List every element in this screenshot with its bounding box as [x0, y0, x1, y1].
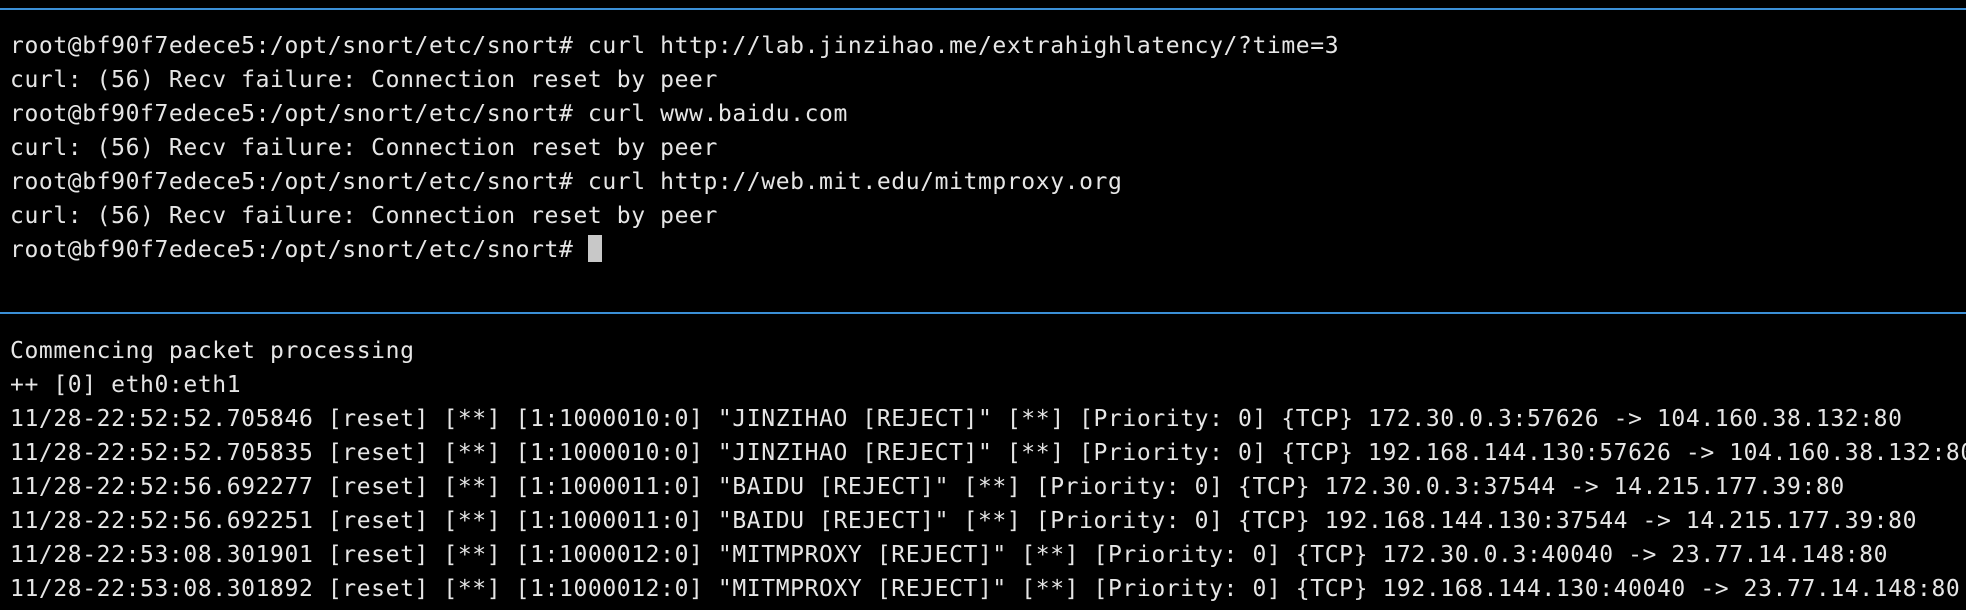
shell-prompt: root@bf90f7edece5:/opt/snort/etc/snort# [10, 237, 588, 263]
alert-line: 11/28-22:53:08.301901 [reset] [**] [1:10… [10, 542, 1889, 568]
terminal-line: ++ [0] eth0:eth1 [10, 372, 242, 398]
terminal-line: root@bf90f7edece5:/opt/snort/etc/snort# … [10, 33, 1340, 59]
terminal-line: curl: (56) Recv failure: Connection rese… [10, 67, 718, 93]
terminal-line: curl: (56) Recv failure: Connection rese… [10, 135, 718, 161]
bottom-terminal-pane[interactable]: Commencing packet processing ++ [0] eth0… [0, 313, 1966, 610]
terminal-line: root@bf90f7edece5:/opt/snort/etc/snort# … [10, 169, 1123, 195]
top-terminal-pane[interactable]: root@bf90f7edece5:/opt/snort/etc/snort# … [0, 0, 1966, 313]
terminal-line: curl: (56) Recv failure: Connection rese… [10, 203, 718, 229]
alert-line: 11/28-22:52:56.692277 [reset] [**] [1:10… [10, 474, 1845, 500]
alert-line: 11/28-22:53:08.301892 [reset] [**] [1:10… [10, 576, 1961, 602]
terminal-line: Commencing packet processing [10, 338, 415, 364]
alert-line: 11/28-22:52:52.705846 [reset] [**] [1:10… [10, 406, 1903, 432]
alert-line: 11/28-22:52:56.692251 [reset] [**] [1:10… [10, 508, 1918, 534]
terminal-line: root@bf90f7edece5:/opt/snort/etc/snort# … [10, 101, 848, 127]
terminal-prompt-line[interactable]: root@bf90f7edece5:/opt/snort/etc/snort# [10, 233, 1339, 267]
top-terminal-output: root@bf90f7edece5:/opt/snort/etc/snort# … [10, 29, 1339, 267]
alert-line: 11/28-22:52:52.705835 [reset] [**] [1:10… [10, 440, 1966, 466]
snort-alert-output: Commencing packet processing ++ [0] eth0… [10, 334, 1966, 606]
text-cursor[interactable] [587, 235, 602, 262]
